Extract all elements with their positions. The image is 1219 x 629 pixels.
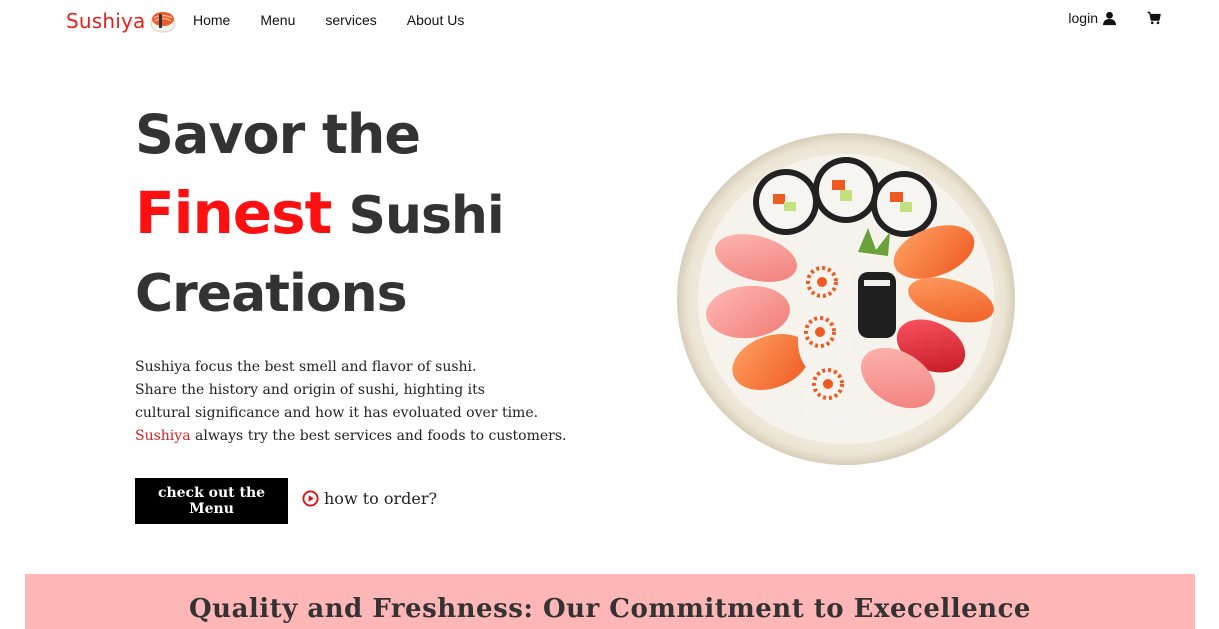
brand-name: Sushiya: [66, 9, 146, 33]
play-circle-icon: [302, 490, 319, 507]
nav-menu[interactable]: Menu: [260, 12, 295, 28]
login-label: login: [1068, 10, 1098, 26]
nav-services[interactable]: services: [325, 12, 376, 28]
brand-logo-link[interactable]: Sushiya: [66, 6, 178, 36]
hero-description-line: Share the history and origin of sushi, h…: [135, 382, 485, 398]
hero-description-line: Sushiya focus the best smell and flavor …: [135, 359, 477, 375]
hero-description-line: cultural significance and how it has evo…: [135, 405, 539, 421]
main-nav: Home Menu services About Us: [193, 12, 494, 28]
brand-highlight: Sushiya: [135, 428, 191, 444]
hero-title-line-2-rest: Sushi: [331, 186, 504, 246]
cart-button[interactable]: [1147, 11, 1161, 25]
nav-about-us[interactable]: About Us: [407, 12, 465, 28]
how-to-order-label: how to order?: [324, 489, 438, 508]
nav-actions: login: [1068, 10, 1161, 26]
hero-title-accent: Finest: [135, 179, 332, 247]
hero-title-line-1: Savor the: [135, 103, 421, 166]
hero-title-line-3: Creations: [135, 264, 408, 324]
nav-home[interactable]: Home: [193, 12, 230, 28]
login-link[interactable]: login: [1068, 10, 1117, 26]
commitment-banner: Quality and Freshness: Our Commitment to…: [25, 574, 1195, 629]
cart-icon: [1147, 11, 1161, 25]
hero-description: Sushiya focus the best smell and flavor …: [135, 356, 566, 448]
sushi-logo-icon: [150, 12, 176, 33]
page: Sushiya Home Menu services About Us logi…: [0, 0, 1219, 629]
hero-description-line-rest: always try the best services and foods t…: [190, 428, 567, 444]
check-out-menu-button[interactable]: check out the Menu: [135, 478, 288, 524]
sushi-plate-image: [677, 133, 1015, 465]
hero-description-line: Sushiya always try the best services and…: [135, 425, 566, 448]
user-icon: [1102, 11, 1117, 25]
how-to-order-link[interactable]: how to order?: [302, 489, 437, 508]
banner-title: Quality and Freshness: Our Commitment to…: [189, 594, 1031, 624]
hero-title: Savor the Finest Sushi Creations: [135, 96, 505, 333]
top-nav: Sushiya Home Menu services About Us logi…: [0, 0, 1219, 42]
hero-title-line-2: Finest Sushi: [135, 174, 505, 255]
